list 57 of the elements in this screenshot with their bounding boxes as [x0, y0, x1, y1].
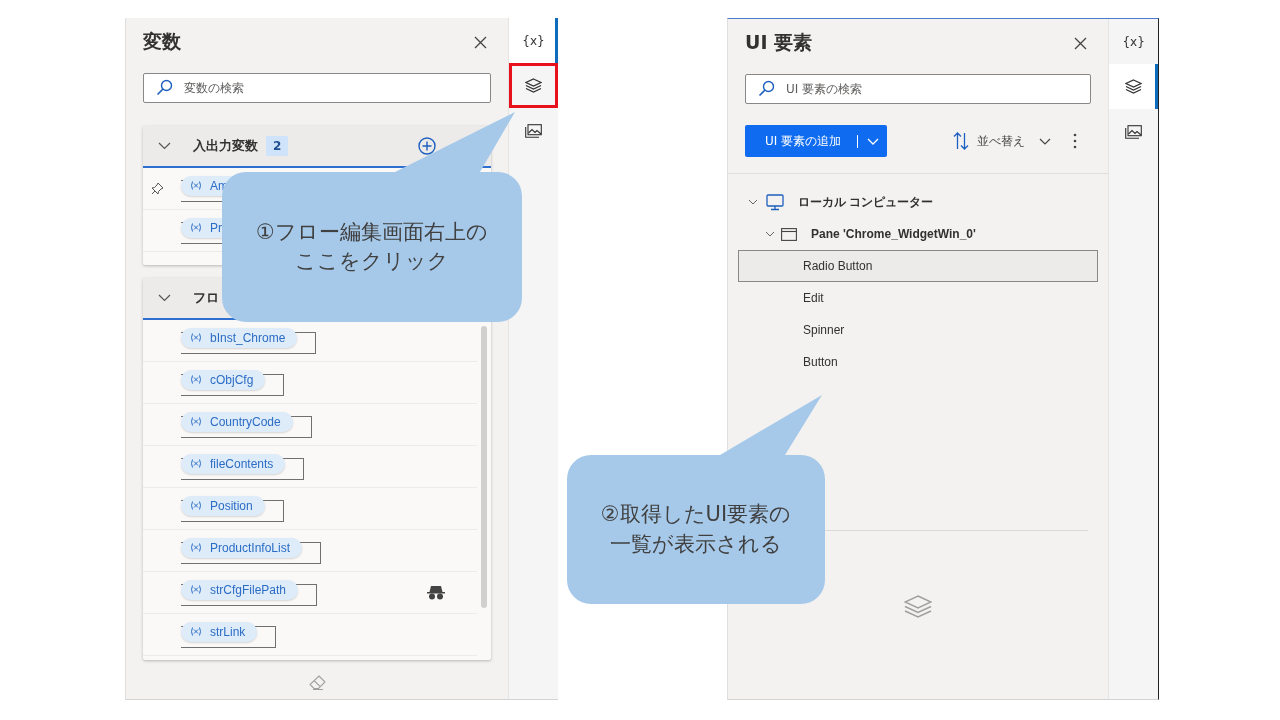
variable-icon — [190, 459, 202, 468]
tree-item[interactable]: Spinner — [738, 314, 1099, 346]
tree-item[interactable]: Button — [738, 346, 1099, 378]
add-icon[interactable] — [418, 137, 436, 155]
variable-icon — [190, 501, 202, 510]
search-field[interactable]: UI 要素の検索 — [745, 74, 1092, 104]
callout-text: ①フロー編集画面右上のここをクリック — [255, 218, 489, 275]
variables-tab[interactable]: {x} — [509, 18, 558, 63]
layers-icon — [1125, 79, 1143, 94]
sort-icon[interactable] — [953, 132, 970, 150]
variable-chip[interactable]: ProductInfoList — [181, 541, 322, 564]
variable-icon — [190, 585, 202, 594]
tree-item[interactable]: Edit — [738, 282, 1099, 314]
image-icon — [525, 123, 542, 138]
tree-item[interactable]: Radio Button — [738, 250, 1099, 282]
variables-tab[interactable]: {x} — [1109, 19, 1158, 64]
add-ui-element-button[interactable]: UI 要素の追加 — [745, 125, 887, 157]
variable-icon — [190, 375, 202, 384]
chevron-icon — [867, 137, 880, 145]
variable-icon — [190, 417, 202, 426]
pin-icon[interactable] — [151, 182, 164, 195]
variable-chip[interactable]: bInst_Chrome — [181, 331, 317, 354]
variable-icon — [190, 627, 202, 636]
variable-icon — [190, 223, 202, 232]
window-icon — [781, 227, 797, 241]
panel-title: 変数 — [143, 29, 181, 54]
count-badge: 2 — [266, 136, 289, 156]
variable-chip[interactable]: strCfgFilePath — [181, 583, 318, 606]
variable-icon — [190, 333, 202, 342]
section-title: 入出力変数 — [193, 137, 258, 155]
variable-icon — [190, 181, 202, 190]
sort-label[interactable]: 並べ替え — [977, 132, 1026, 150]
panel-title: UI 要素 — [745, 30, 813, 55]
chevron-icon[interactable] — [1039, 137, 1052, 145]
tree-item[interactable]: Pane 'Chrome_WidgetWin_0' — [738, 218, 1099, 250]
variable-chip[interactable]: CountryCode — [181, 415, 312, 438]
search-icon — [156, 79, 173, 96]
close-icon[interactable] — [474, 35, 487, 49]
callout-text: ②取得したUI要素の一覧が表示される — [599, 501, 793, 558]
variable-chip[interactable]: cObjCfg — [181, 373, 285, 396]
tree-item[interactable]: ローカル コンピューター — [738, 186, 1099, 218]
layers-icon — [904, 595, 933, 619]
section-title: フロ — [193, 289, 219, 307]
close-icon[interactable] — [1074, 36, 1088, 50]
ui-elements-tab[interactable] — [1109, 64, 1158, 109]
more-icon[interactable] — [1073, 133, 1078, 149]
search-field[interactable]: 変数の検索 — [143, 73, 491, 103]
layers-icon — [525, 78, 542, 93]
scrollbar[interactable] — [481, 326, 487, 608]
monitor-icon — [766, 193, 784, 211]
variable-chip[interactable]: strLink — [181, 625, 277, 648]
variable-chip[interactable]: Position — [181, 499, 284, 522]
ui-elements-tab[interactable] — [509, 63, 558, 108]
variable-icon — [190, 543, 202, 552]
search-icon — [758, 80, 775, 97]
image-icon — [1125, 124, 1143, 139]
variable-chip[interactable]: fileContents — [181, 457, 305, 480]
